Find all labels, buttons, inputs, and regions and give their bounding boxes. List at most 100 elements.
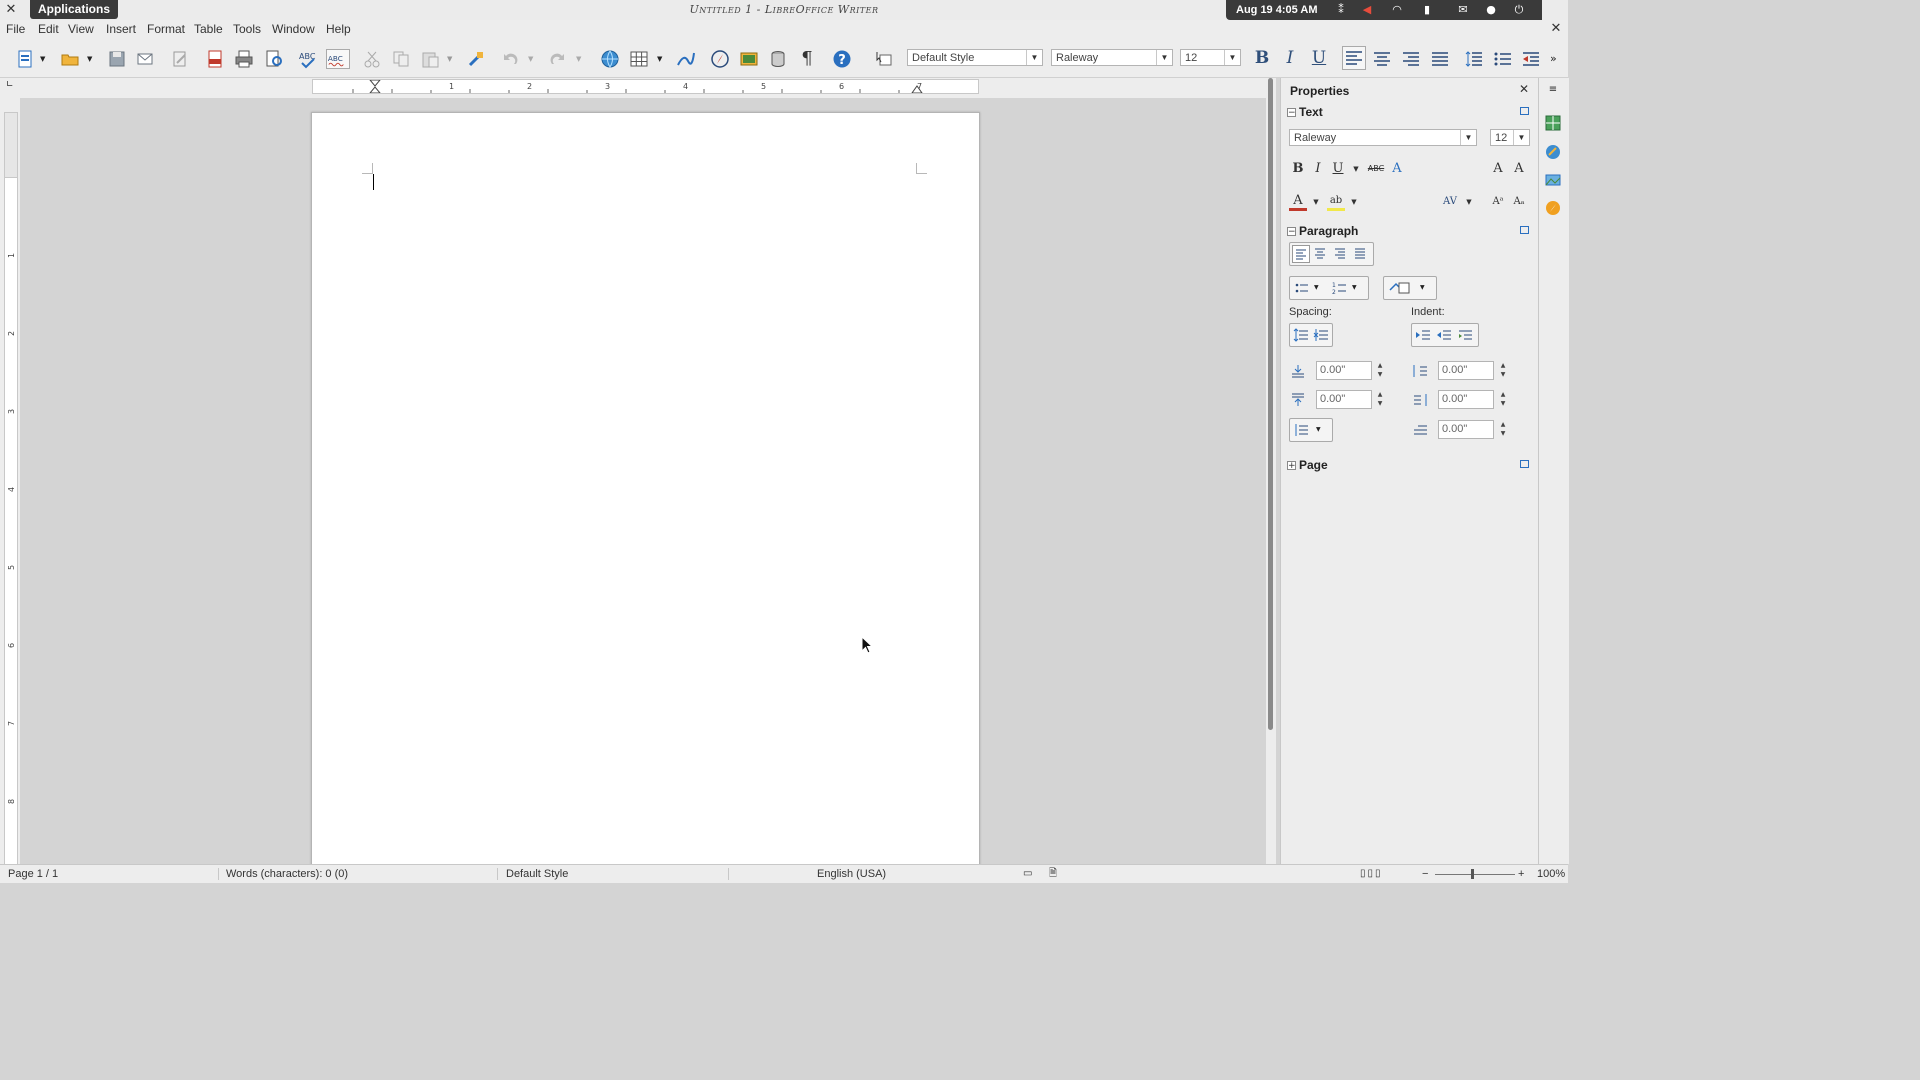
shadow-icon[interactable]: A [1388,160,1406,178]
bold-icon[interactable]: B [1251,48,1273,68]
chevron-down-icon[interactable]: ▼ [1513,130,1529,145]
vertical-scrollbar-thumb[interactable] [1268,78,1273,730]
menu-table[interactable]: Table [194,20,223,39]
menu-view[interactable]: View [68,20,94,39]
page-more-options-icon[interactable] [1520,460,1529,468]
expand-page-icon[interactable]: + [1287,461,1296,471]
after-indent-stepper[interactable]: ▲ ▼ [1499,390,1507,409]
before-indent-input[interactable]: 0.00" [1438,361,1494,380]
above-spacing-stepper[interactable]: ▲ ▼ [1376,361,1384,380]
sidebar-numbering-icon[interactable]: 12 [1332,280,1348,296]
sidebar-line-spacing-icon[interactable] [1293,422,1309,438]
cut-icon[interactable] [362,49,382,69]
autospellcheck-icon[interactable]: ABC [326,49,350,69]
sidebar-decrease-indent-icon[interactable] [1436,327,1452,343]
above-spacing-input[interactable]: 0.00" [1316,361,1372,380]
first-line-indent-stepper[interactable]: ▲ ▼ [1499,420,1507,439]
first-line-indent-input[interactable]: 0.00" [1438,420,1494,439]
help-icon[interactable]: ? [832,49,852,69]
sidebar-font-size-combo[interactable]: 12 ▼ [1490,129,1530,146]
increase-indent-icon[interactable] [1415,327,1431,343]
left-indent-marker[interactable] [369,80,381,93]
below-spacing-input[interactable]: 0.00" [1316,390,1372,409]
close-sidebar-icon[interactable]: ✕ [1519,82,1529,96]
paste-dropdown-icon[interactable]: ▼ [447,49,457,69]
font-size-combo[interactable]: 12 ▼ [1180,49,1241,66]
print-icon[interactable] [234,49,254,69]
menu-tools[interactable]: Tools [233,20,261,39]
sidebar-justify-icon[interactable] [1352,245,1370,263]
menu-insert[interactable]: Insert [106,20,136,39]
strikethrough-icon[interactable]: ABC [1367,160,1385,178]
user-icon[interactable]: ● [1484,3,1498,17]
document-page[interactable] [311,112,980,866]
collapse-text-icon[interactable]: − [1287,108,1296,118]
navigator-deck-icon[interactable] [1544,199,1562,217]
align-center-icon[interactable] [1372,49,1392,69]
chevron-down-icon[interactable]: ▼ [1224,50,1240,65]
export-pdf-icon[interactable] [205,49,225,69]
insert-table-icon[interactable] [629,49,649,69]
menu-window[interactable]: Window [272,20,315,39]
sidebar-bullets-icon[interactable] [1294,280,1310,296]
text-more-options-icon[interactable] [1520,107,1529,115]
page-indicator[interactable]: Page 1 / 1 [8,865,58,883]
save-icon[interactable] [107,49,127,69]
background-dropdown-icon[interactable]: ▼ [1420,280,1428,296]
hyperlink-icon[interactable] [600,49,620,69]
open-dropdown-icon[interactable]: ▼ [87,49,97,69]
battery-icon[interactable]: ▮ [1420,3,1434,17]
clock[interactable]: Aug 19 4:05 AM [1236,0,1318,20]
underline-icon[interactable]: U [1308,48,1330,68]
toolbar-overflow-icon[interactable]: » [1550,49,1564,69]
close-document-icon[interactable]: ✕ [1548,20,1564,38]
chevron-down-icon[interactable]: ▼ [1156,50,1172,65]
increase-spacing-icon[interactable] [1293,327,1309,343]
before-indent-stepper[interactable]: ▲ ▼ [1499,361,1507,380]
underline-dropdown-icon[interactable]: ▼ [1347,160,1365,178]
redo-dropdown-icon[interactable]: ▼ [576,49,586,69]
decrease-spacing-icon[interactable] [1313,327,1329,343]
highlight-dropdown-icon[interactable]: ▼ [1345,193,1363,211]
whats-this-icon[interactable] [874,49,894,69]
justify-icon[interactable] [1430,49,1450,69]
menu-help[interactable]: Help [326,20,351,39]
print-preview-icon[interactable] [264,49,284,69]
formatting-marks-icon[interactable]: ¶ [797,49,817,69]
character-spacing-icon[interactable]: AV [1441,193,1459,211]
new-dropdown-icon[interactable]: ▼ [40,49,50,69]
page-style-indicator[interactable]: Default Style [506,865,568,883]
highlight-color-icon[interactable]: ab [1327,193,1345,211]
sidebar-menu-icon[interactable]: ≡ [1544,84,1562,102]
hanging-indent-icon[interactable] [1457,327,1473,343]
open-folder-icon[interactable] [60,49,80,69]
chevron-down-icon[interactable]: ▼ [1026,50,1042,65]
numbering-dropdown-icon[interactable]: ▼ [1352,280,1360,296]
spelling-icon[interactable]: ABC [298,49,318,69]
sidebar-align-left-icon[interactable] [1292,245,1310,263]
menu-edit[interactable]: Edit [38,20,59,39]
edit-mode-icon[interactable] [170,49,190,69]
table-dropdown-icon[interactable]: ▼ [657,49,667,69]
power-icon[interactable]: ⏻ [1512,3,1526,17]
paragraph-more-options-icon[interactable] [1520,226,1529,234]
menu-file[interactable]: File [6,20,25,39]
draw-functions-icon[interactable] [676,49,696,69]
zoom-slider-track[interactable] [1435,874,1515,875]
below-spacing-stepper[interactable]: ▲ ▼ [1376,390,1384,409]
undo-icon[interactable] [500,49,520,69]
properties-deck-icon[interactable] [1544,114,1562,132]
bullets-dropdown-icon[interactable]: ▼ [1314,280,1322,296]
navigator-icon[interactable] [710,49,730,69]
language-indicator[interactable]: English (USA) [817,865,886,883]
clone-formatting-icon[interactable] [466,49,486,69]
word-count[interactable]: Words (characters): 0 (0) [226,865,348,883]
sidebar-italic-icon[interactable]: I [1309,160,1327,178]
font-name-combo[interactable]: Raleway ▼ [1051,49,1173,66]
sidebar-underline-icon[interactable]: U [1329,160,1347,178]
sidebar-bold-icon[interactable]: B [1289,160,1307,178]
paste-icon[interactable] [420,49,440,69]
undo-dropdown-icon[interactable]: ▼ [528,49,538,69]
decrease-indent-icon[interactable] [1521,49,1541,69]
redo-icon[interactable] [548,49,568,69]
